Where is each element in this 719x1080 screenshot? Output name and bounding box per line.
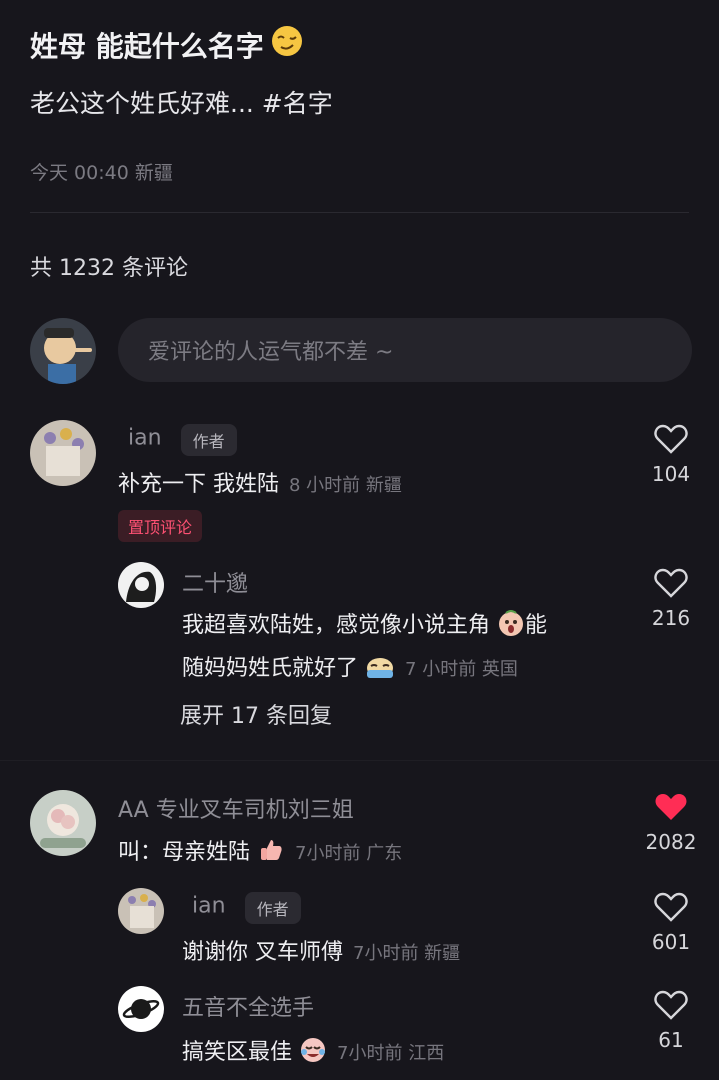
- like-button[interactable]: 61: [641, 990, 701, 1052]
- comment-time: 7 小时前 英国: [405, 659, 518, 680]
- screaming-face-icon: [497, 609, 525, 643]
- expand-replies-button[interactable]: 展开 17 条回复: [180, 698, 332, 730]
- current-user-avatar[interactable]: [30, 318, 96, 384]
- comment-text-line-2: 随妈妈姓氏就好了 7 小时前 英国: [182, 650, 518, 686]
- avatar[interactable]: [30, 790, 96, 856]
- woozy-face-icon: [270, 24, 304, 65]
- comment-input-placeholder: 爱评论的人运气都不差 ~: [148, 340, 394, 365]
- author-badge: 作者: [244, 892, 301, 924]
- like-button[interactable]: 2082: [641, 792, 701, 854]
- heart-outline-icon[interactable]: [654, 568, 688, 598]
- comment-time: 7小时前 江西: [337, 1043, 445, 1064]
- comment-text: 补充一下 我姓陆 8 小时前 新疆: [118, 472, 402, 497]
- comment-text: 叫：母亲姓陆 7小时前 广东: [118, 834, 402, 870]
- crying-face-icon: [365, 652, 395, 686]
- like-count: 61: [658, 1028, 684, 1052]
- comment-time: 7小时前 新疆: [353, 943, 461, 964]
- avatar[interactable]: [118, 562, 164, 608]
- heart-outline-icon[interactable]: [654, 892, 688, 922]
- comment-header: ian 作者: [192, 892, 301, 924]
- like-button[interactable]: 216: [641, 568, 701, 630]
- comment-time: 8 小时前 新疆: [289, 475, 402, 496]
- comment-input[interactable]: 爱评论的人运气都不差 ~: [118, 318, 692, 382]
- post-title: 姓母 能起什么名字: [30, 24, 304, 65]
- comment-text: 搞笑区最佳 7小时前 江西: [182, 1034, 444, 1070]
- pinned-comment-badge: 置顶评论: [118, 510, 203, 542]
- comment-text-line-1: 我超喜欢陆姓，感觉像小说主角 能: [182, 607, 547, 643]
- like-count: 104: [651, 462, 691, 486]
- comment-text: 谢谢你 叉车师傅 7小时前 新疆: [182, 940, 461, 965]
- username[interactable]: AA 专业叉车司机刘三姐: [118, 792, 354, 824]
- author-badge: 作者: [180, 424, 237, 456]
- post-subtitle: 老公这个姓氏好难... #名字: [30, 89, 333, 118]
- thumbs-up-icon: [257, 836, 285, 870]
- heart-outline-icon[interactable]: [654, 990, 688, 1020]
- username[interactable]: ian: [128, 426, 162, 451]
- like-count: 2082: [645, 830, 697, 854]
- username[interactable]: 五音不全选手: [182, 990, 314, 1022]
- username[interactable]: ian: [192, 894, 226, 919]
- like-count: 216: [651, 606, 691, 630]
- heart-outline-icon[interactable]: [654, 424, 688, 454]
- divider: [0, 760, 719, 761]
- like-button[interactable]: 104: [641, 424, 701, 486]
- comments-total: 共 1232 条评论: [30, 256, 188, 281]
- like-button[interactable]: 601: [641, 892, 701, 954]
- post-meta: 今天 00:40 新疆: [30, 162, 173, 184]
- username[interactable]: 二十邈: [182, 566, 248, 598]
- heart-filled-icon[interactable]: [654, 792, 688, 822]
- divider: [30, 212, 689, 213]
- avatar[interactable]: [118, 888, 164, 934]
- comment-header: ian 作者: [128, 424, 237, 456]
- comment-time: 7小时前 广东: [295, 843, 403, 864]
- avatar[interactable]: [30, 420, 96, 486]
- crying-laughing-face-icon: [299, 1036, 327, 1070]
- like-count: 601: [651, 930, 691, 954]
- avatar[interactable]: [118, 986, 164, 1032]
